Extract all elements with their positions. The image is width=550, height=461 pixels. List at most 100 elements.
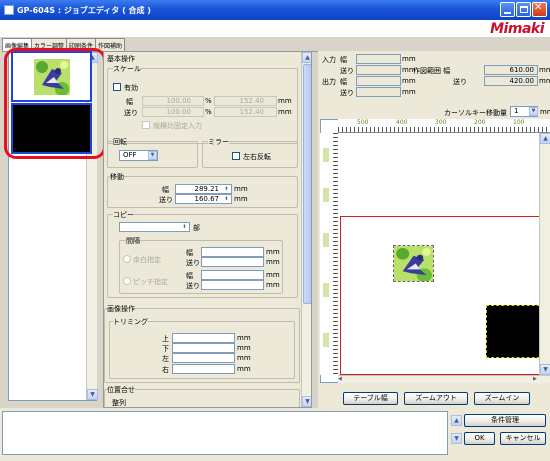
mm-unit: mm bbox=[402, 55, 416, 63]
spin-icon[interactable]: ⬍ bbox=[180, 223, 189, 231]
scale-feed-mm-field[interactable]: 152.40 bbox=[214, 107, 277, 117]
gap-width-field[interactable] bbox=[201, 247, 264, 257]
rotation-label: 回転 bbox=[113, 137, 127, 147]
gap-feed-label: 送り bbox=[186, 259, 200, 267]
flip-horizontal-label: 左右反転 bbox=[243, 153, 271, 161]
scale-group bbox=[107, 68, 298, 144]
scale-width-label: 幅 bbox=[126, 98, 133, 106]
trim-right-field[interactable] bbox=[172, 364, 235, 374]
mm-unit: mm bbox=[234, 195, 248, 203]
scale-enable-checkbox[interactable] bbox=[113, 83, 121, 91]
move-feed-label: 送り bbox=[159, 196, 173, 204]
flip-horizontal-checkbox[interactable] bbox=[232, 152, 240, 160]
mm-unit: mm bbox=[539, 77, 550, 85]
panel-scrollbar[interactable]: ▲ ▼ bbox=[301, 52, 311, 407]
scroll-up-icon[interactable]: ▲ bbox=[302, 52, 311, 63]
mm-unit: mm bbox=[540, 108, 550, 116]
pitch-width-label: 幅 bbox=[186, 272, 193, 280]
app-icon bbox=[4, 5, 14, 15]
scroll-up-icon[interactable]: ▲ bbox=[451, 415, 462, 426]
output-label: 出力 bbox=[322, 78, 336, 86]
output-feed-label: 送り bbox=[340, 89, 354, 97]
scroll-down-icon[interactable]: ▼ bbox=[302, 396, 311, 407]
pitch-feed-field[interactable] bbox=[201, 280, 264, 290]
scroll-down-icon[interactable]: ▼ bbox=[451, 433, 462, 444]
zoom-in-button[interactable]: ズームイン bbox=[474, 392, 530, 405]
placed-bird-image[interactable] bbox=[393, 245, 434, 282]
vertical-ruler bbox=[320, 133, 338, 375]
condition-management-button[interactable]: 条件管理 bbox=[464, 414, 546, 427]
scale-feed-pct-field[interactable]: 100.00 bbox=[142, 107, 204, 117]
mm-unit: mm bbox=[278, 108, 292, 116]
gap-feed-field[interactable] bbox=[201, 257, 264, 267]
ruler-label: 200 bbox=[474, 119, 486, 126]
copy-label: コピー bbox=[113, 210, 134, 220]
chevron-down-icon[interactable]: ▼ bbox=[148, 151, 157, 160]
mm-unit: mm bbox=[266, 258, 280, 266]
brand-logo: Mimaki bbox=[490, 21, 544, 37]
align-label: 位置合せ bbox=[107, 385, 135, 395]
mm-unit: mm bbox=[234, 185, 248, 193]
title-bar[interactable]: GP-604S : ジョブエディタ ( 合成 ) ✕ bbox=[0, 0, 550, 20]
image-ops-label: 画像操作 bbox=[107, 304, 135, 314]
spin-icon[interactable]: ⬍ bbox=[222, 195, 231, 203]
window-title: GP-604S : ジョブエディタ ( 合成 ) bbox=[17, 6, 151, 15]
scale-feed-label: 送り bbox=[124, 109, 138, 117]
scale-width-mm-field[interactable]: 152.40 bbox=[214, 96, 277, 106]
mm-unit: mm bbox=[237, 344, 251, 352]
canvas-bg bbox=[338, 133, 538, 216]
close-button[interactable]: ✕ bbox=[532, 2, 547, 17]
trimming-label: トリミング bbox=[113, 317, 148, 327]
pitch-radio[interactable] bbox=[123, 277, 131, 285]
message-box bbox=[2, 411, 448, 455]
scroll-down-icon[interactable]: ▼ bbox=[540, 364, 550, 375]
zoom-out-button[interactable]: ズームアウト bbox=[404, 392, 468, 405]
arrange-label: 整列 bbox=[112, 399, 126, 407]
mm-unit: mm bbox=[237, 334, 251, 342]
horizontal-ruler: 500 400 300 200 100 bbox=[338, 119, 550, 133]
scroll-left-icon[interactable]: ◀ bbox=[338, 376, 346, 383]
trim-bottom-field[interactable] bbox=[172, 343, 235, 353]
drawing-feed-field: 420.00 bbox=[484, 76, 538, 86]
trim-left-field[interactable] bbox=[172, 353, 235, 363]
maximize-button[interactable] bbox=[516, 2, 531, 17]
keep-ratio-checkbox[interactable] bbox=[142, 121, 150, 129]
mirror-label: ミラー bbox=[208, 137, 229, 147]
canvas-hscroll[interactable]: ◀ ▶ bbox=[338, 375, 550, 383]
ruler-mark bbox=[323, 188, 329, 202]
ok-button[interactable]: OK bbox=[464, 432, 495, 445]
highlight-ring bbox=[4, 48, 106, 159]
output-feed-box bbox=[356, 87, 401, 97]
output-width-label: 幅 bbox=[340, 78, 347, 86]
pitch-width-field[interactable] bbox=[201, 270, 264, 280]
trim-right-label: 右 bbox=[162, 366, 169, 374]
copy-count-unit: 部 bbox=[193, 224, 200, 232]
trim-top-field[interactable] bbox=[172, 333, 235, 343]
margin-label: 余白指定 bbox=[133, 256, 161, 264]
ruler-label: 300 bbox=[435, 119, 447, 126]
minimize-button[interactable] bbox=[500, 2, 515, 17]
spin-icon[interactable]: ⬍ bbox=[222, 185, 231, 193]
mm-unit: mm bbox=[266, 281, 280, 289]
mm-unit: mm bbox=[539, 66, 550, 74]
margin-radio[interactable] bbox=[123, 255, 131, 263]
mm-unit: mm bbox=[402, 77, 416, 85]
chevron-down-icon[interactable]: ▼ bbox=[529, 107, 538, 116]
table-width-button[interactable]: テーブル幅 bbox=[343, 392, 398, 405]
scroll-up-icon[interactable]: ▲ bbox=[540, 133, 550, 144]
drawing-feed-label: 送り bbox=[453, 78, 467, 86]
scroll-down-icon[interactable]: ▼ bbox=[87, 389, 98, 400]
canvas-vscroll[interactable]: ▲ ▼ bbox=[539, 133, 550, 375]
mm-unit: mm bbox=[278, 97, 292, 105]
ruler-mark bbox=[323, 283, 329, 297]
ruler-mark bbox=[323, 333, 329, 347]
basic-ops-heading: 基本操作 bbox=[107, 55, 135, 63]
scroll-right-icon[interactable]: ▶ bbox=[533, 376, 541, 383]
cancel-button[interactable]: キャンセル bbox=[500, 432, 546, 445]
ruler-label: 500 bbox=[357, 119, 369, 126]
scroll-thumb[interactable] bbox=[303, 64, 311, 304]
scale-width-pct-field[interactable]: 100.00 bbox=[142, 96, 204, 106]
ruler-mark bbox=[323, 148, 329, 162]
input-feed-label: 送り bbox=[340, 67, 354, 75]
input-width-box bbox=[356, 54, 401, 64]
